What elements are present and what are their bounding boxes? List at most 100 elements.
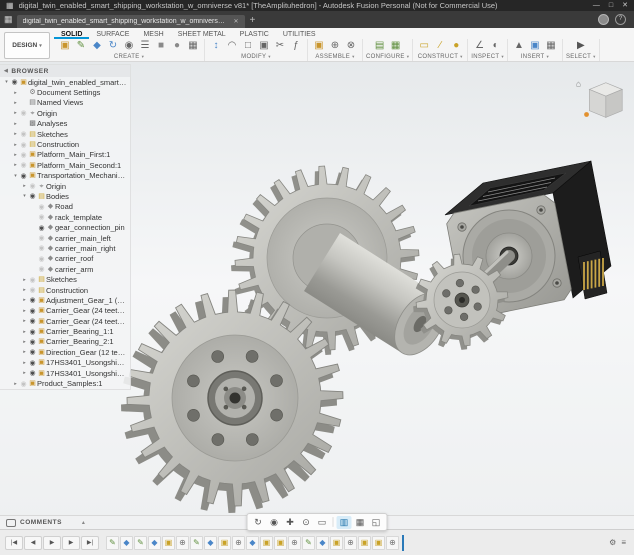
- timeline-play-button[interactable]: ▶: [43, 536, 61, 550]
- user-avatar[interactable]: [598, 14, 609, 25]
- expand-arrow-icon[interactable]: ▸: [21, 370, 28, 376]
- browser-tree-row[interactable]: ▾ ◉ ▤ Bodies: [0, 191, 130, 201]
- configure-icon[interactable]: ▤: [372, 39, 388, 53]
- timeline-sketch-icon[interactable]: ✎: [190, 536, 203, 550]
- visibility-eye-icon[interactable]: ◉: [37, 213, 46, 221]
- timeline-component-icon[interactable]: ▣: [218, 536, 231, 550]
- timeline-sketch-icon[interactable]: ✎: [302, 536, 315, 550]
- browser-tree-row[interactable]: ▸ ◉ ▣ Carrier_Bearing_1:1: [0, 326, 130, 336]
- browser-tree-row[interactable]: ▸ ◉ ▣ Carrier_Bearing_2:1: [0, 337, 130, 347]
- change-parameters-icon[interactable]: ƒ: [288, 39, 304, 53]
- display-settings-icon[interactable]: ▥: [337, 516, 352, 529]
- assemble-new-component-icon[interactable]: ▣: [311, 39, 327, 53]
- split-body-icon[interactable]: ✂: [272, 39, 288, 53]
- timeline-joint-icon[interactable]: ⊕: [386, 536, 399, 550]
- expand-arrow-icon[interactable]: ▸: [12, 100, 19, 106]
- maximize-button[interactable]: □: [609, 2, 613, 9]
- canvas-icon[interactable]: ▦: [543, 39, 559, 53]
- close-button[interactable]: ✕: [622, 2, 628, 9]
- browser-tree-row[interactable]: ▸ ◉ ▣ Direction_Gear (12 teeth):1: [0, 347, 130, 357]
- browser-tree-row[interactable]: ◉ ◆ carrier_main_right: [0, 243, 130, 253]
- timeline-component-icon[interactable]: ▣: [162, 536, 175, 550]
- browser-tree-row[interactable]: ▸ ◉ ⌖ Origin: [0, 181, 130, 191]
- fillet-icon[interactable]: ◠: [224, 39, 240, 53]
- timeline-sketch-icon[interactable]: ✎: [106, 536, 119, 550]
- construction-axis-icon[interactable]: ∕: [432, 39, 448, 53]
- visibility-eye-icon[interactable]: ◉: [37, 224, 46, 232]
- timeline-component-icon[interactable]: ▣: [274, 536, 287, 550]
- workspace-switcher[interactable]: DESIGN ▾: [4, 32, 50, 59]
- visibility-eye-icon[interactable]: ◉: [28, 338, 37, 346]
- extrude-icon[interactable]: ◆: [89, 39, 105, 53]
- zoom-icon[interactable]: ⊙: [299, 516, 314, 529]
- visibility-eye-icon[interactable]: ◉: [28, 317, 37, 325]
- separator[interactable]: [333, 517, 334, 527]
- browser-tree-row[interactable]: ◉ ◆ carrier_roof: [0, 254, 130, 264]
- timeline-extrude-icon[interactable]: ◆: [148, 536, 161, 550]
- browser-tree-row[interactable]: ▸ ◉ ▣ Carrier_Gear (24 teeth):1: [0, 306, 130, 316]
- toolbar-group-label[interactable]: CREATE ▾: [57, 53, 201, 61]
- home-icon[interactable]: ⌂: [576, 79, 581, 89]
- visibility-eye-icon[interactable]: ◉: [28, 182, 37, 190]
- construction-point-icon[interactable]: ●: [448, 39, 464, 53]
- browser-tree-row[interactable]: ◉ ◆ Road: [0, 202, 130, 212]
- expand-arrow-icon[interactable]: ▸: [12, 381, 19, 387]
- expand-arrow-icon[interactable]: ▸: [21, 339, 28, 345]
- visibility-eye-icon[interactable]: ◉: [37, 244, 46, 252]
- visibility-eye-icon[interactable]: ◉: [10, 78, 19, 86]
- expand-arrow-icon[interactable]: ▸: [12, 90, 19, 96]
- browser-tree-row[interactable]: ◉ ◆ carrier_main_left: [0, 233, 130, 243]
- grid-settings-icon[interactable]: ▦: [353, 516, 368, 529]
- press-pull-icon[interactable]: ↕: [208, 39, 224, 53]
- measure-icon[interactable]: ∠: [472, 39, 488, 53]
- browser-tree-row[interactable]: ◉ ◆ rack_template: [0, 212, 130, 222]
- browser-header[interactable]: ◀ BROWSER: [0, 65, 130, 77]
- help-button[interactable]: ?: [615, 14, 626, 25]
- visibility-eye-icon[interactable]: ◉: [19, 151, 28, 159]
- visibility-eye-icon[interactable]: ◉: [28, 276, 37, 284]
- browser-tree-row[interactable]: ▸ ▤ Named Views: [0, 98, 130, 108]
- revolve-icon[interactable]: ↻: [105, 39, 121, 53]
- expand-arrow-icon[interactable]: ▸: [12, 162, 19, 168]
- close-tab-icon[interactable]: ✕: [234, 18, 239, 25]
- timeline-step-forward-button[interactable]: ▶: [62, 536, 80, 550]
- visibility-eye-icon[interactable]: ◉: [28, 286, 37, 294]
- visibility-eye-icon[interactable]: ◉: [19, 141, 28, 149]
- insert-mesh-icon[interactable]: ▲: [511, 39, 527, 53]
- browser-tree-row[interactable]: ▸ ◉ ▤ Sketches: [0, 274, 130, 284]
- expand-arrow-icon[interactable]: ▸: [21, 287, 28, 293]
- expand-arrow-icon[interactable]: ▸: [21, 349, 28, 355]
- select-icon[interactable]: ▶: [573, 39, 589, 53]
- visibility-eye-icon[interactable]: ◉: [19, 161, 28, 169]
- toolbar-group-label[interactable]: INSERT ▾: [511, 53, 559, 61]
- visibility-eye-icon[interactable]: ◉: [28, 192, 37, 200]
- toolbar-group-label[interactable]: SELECT ▾: [566, 53, 596, 61]
- toolbar-group-label[interactable]: CONSTRUCT ▾: [416, 53, 464, 61]
- toolbar-tab[interactable]: SURFACE: [89, 30, 136, 39]
- expand-arrow-icon[interactable]: ▾: [21, 193, 28, 199]
- browser-tree-row[interactable]: ▸ ◉ ▤ Construction: [0, 139, 130, 149]
- combine-icon[interactable]: ▣: [256, 39, 272, 53]
- visibility-eye-icon[interactable]: ◉: [37, 234, 46, 242]
- browser-tree-row[interactable]: ▸ ⚙ Document Settings: [0, 87, 130, 97]
- browser-tree-row[interactable]: ▸ ◉ ▣ Platform_Main_First:1: [0, 150, 130, 160]
- toolbar-tab[interactable]: UTILITIES: [276, 30, 323, 39]
- timeline-component-icon[interactable]: ▣: [330, 536, 343, 550]
- browser-tree-row[interactable]: ◉ ◆ carrier_arm: [0, 264, 130, 274]
- browser-tree-row[interactable]: ▾ ◉ ▣ Transportation_Mechanism:1: [0, 171, 130, 181]
- visibility-eye-icon[interactable]: ◉: [19, 380, 28, 388]
- viewports-icon[interactable]: ◱: [369, 516, 384, 529]
- box-icon[interactable]: ■: [153, 39, 169, 53]
- section-analysis-icon[interactable]: ◐: [488, 39, 504, 53]
- configuration-table-icon[interactable]: ▦: [388, 39, 404, 53]
- browser-tree-row[interactable]: ▾ ◉ ▣ digital_twin_enabled_smart_w...: [0, 77, 130, 87]
- timeline-joint-icon[interactable]: ⊕: [288, 536, 301, 550]
- new-component-icon[interactable]: ▣: [57, 39, 73, 53]
- timeline-extrude-icon[interactable]: ◆: [246, 536, 259, 550]
- orbit-icon[interactable]: ↻: [251, 516, 266, 529]
- toolbar-tab[interactable]: MESH: [136, 30, 170, 39]
- expand-arrow-icon[interactable]: ▸: [21, 318, 28, 324]
- timeline-list-icon[interactable]: ≡: [621, 539, 626, 547]
- expand-arrow-icon[interactable]: ▸: [12, 110, 19, 116]
- expand-arrow-icon[interactable]: ▸: [21, 277, 28, 283]
